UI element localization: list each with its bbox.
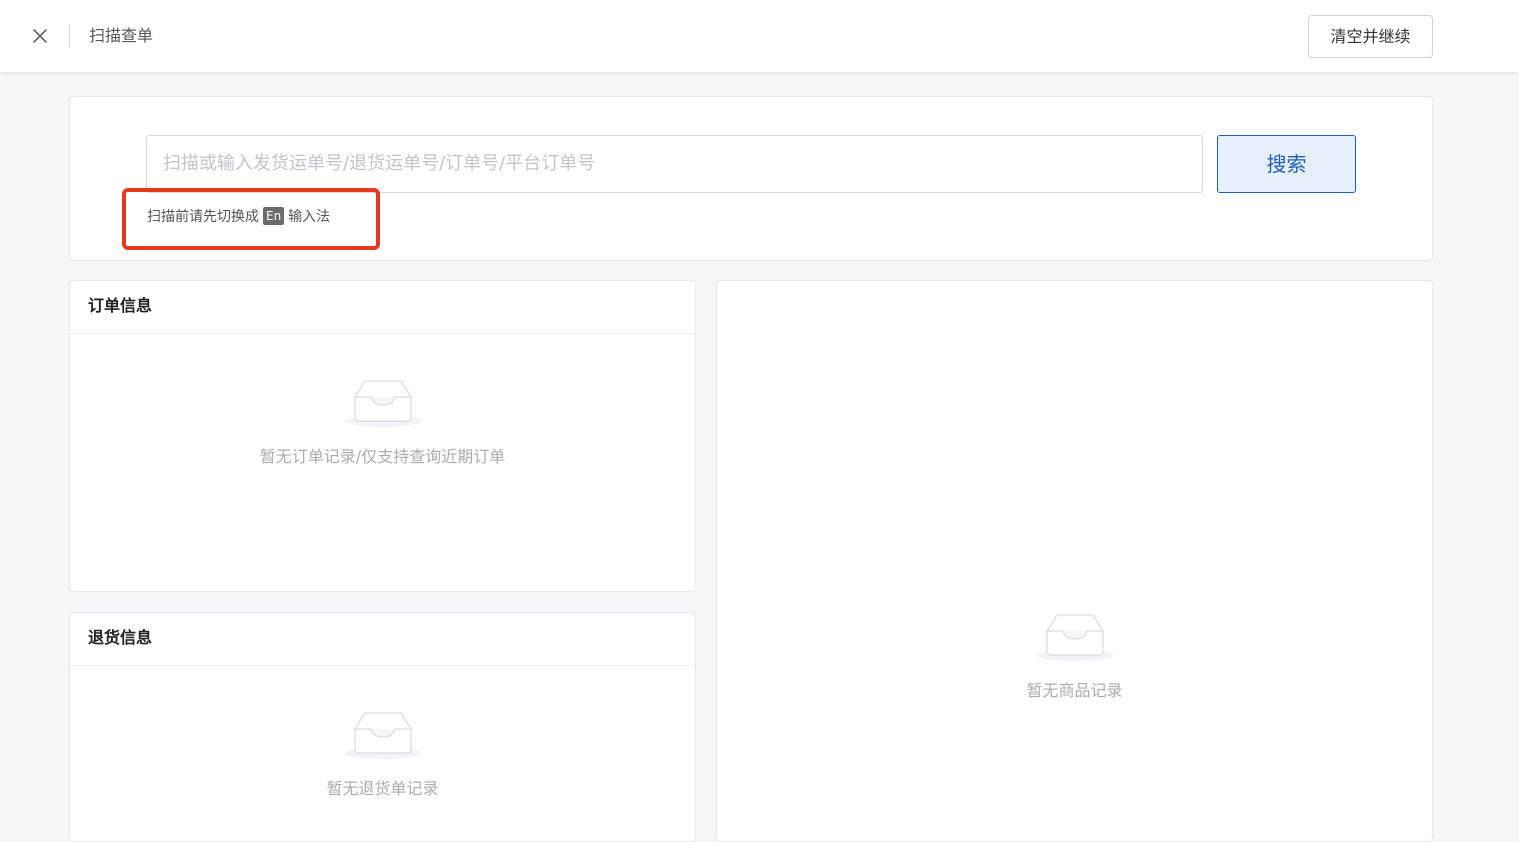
order-info-title: 订单信息	[70, 281, 695, 334]
hint-text-after: 输入法	[288, 209, 331, 225]
search-card: 扫描或输入发货运单号/退货运单号/订单号/平台订单号 搜索 扫描前请先切换成 En…	[69, 96, 1433, 261]
empty-inbox-icon	[344, 380, 421, 427]
return-empty-state: 暂无退货单记录	[70, 709, 695, 799]
return-info-title: 退货信息	[70, 613, 695, 666]
goods-panel: 暂无商品记录	[716, 280, 1433, 842]
goods-empty-state: 暂无商品记录	[717, 611, 1432, 701]
goods-empty-text: 暂无商品记录	[1026, 681, 1123, 700]
empty-inbox-icon	[1036, 614, 1113, 661]
title-divider	[69, 24, 70, 48]
hint-text-before: 扫描前请先切换成	[147, 209, 259, 225]
order-empty-text: 暂无订单记录/仅支持查询近期订单	[259, 447, 506, 466]
page-title: 扫描查单	[89, 26, 154, 45]
top-bar: 扫描查单 清空并继续	[0, 0, 1519, 72]
search-input[interactable]: 扫描或输入发货运单号/退货运单号/订单号/平台订单号	[146, 135, 1203, 193]
en-badge: En	[263, 207, 285, 225]
clear-and-continue-button[interactable]: 清空并继续	[1308, 15, 1433, 58]
input-method-hint: 扫描前请先切换成 En 输入法	[147, 206, 330, 228]
search-button[interactable]: 搜索	[1217, 135, 1356, 193]
empty-inbox-icon	[344, 712, 421, 759]
order-empty-state: 暂无订单记录/仅支持查询近期订单	[70, 377, 695, 467]
close-icon[interactable]	[28, 24, 52, 48]
return-empty-text: 暂无退货单记录	[326, 779, 439, 798]
order-info-panel: 订单信息 暂无订单记录/仅支持查询近期订单	[69, 280, 696, 592]
return-info-panel: 退货信息 暂无退货单记录	[69, 612, 696, 842]
